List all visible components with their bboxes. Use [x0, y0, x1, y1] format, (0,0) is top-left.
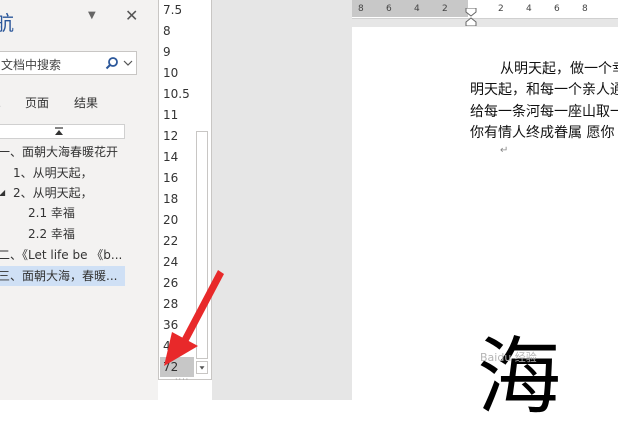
font-size-option[interactable]: 10 — [163, 63, 178, 83]
ruler-number: 4 — [414, 4, 420, 14]
nav-heading-active[interactable]: 三、面朝大海，春暖... — [0, 266, 125, 286]
chevron-down-icon[interactable] — [123, 59, 133, 67]
font-size-option-selected[interactable]: 72 — [160, 357, 194, 377]
ruler-number: 4 — [526, 4, 532, 14]
document-line: 从明天起，做一个幸 — [500, 61, 618, 77]
watermark: Baidu 经验 — [480, 351, 537, 364]
font-size-option[interactable]: 20 — [163, 210, 178, 230]
nav-heading[interactable]: 一、面朝大海春暖花开 — [0, 142, 118, 162]
nav-heading[interactable]: 2.2 幸福 — [28, 224, 75, 244]
font-size-option[interactable]: 26 — [163, 273, 178, 293]
scrollbar-thumb[interactable] — [196, 131, 208, 359]
font-size-option[interactable]: 7.5 — [163, 0, 182, 20]
font-size-option[interactable]: 24 — [163, 252, 178, 272]
nav-heading[interactable]: 2、从明天起， — [13, 183, 93, 203]
nav-heading[interactable]: 二、《Let life be 《b... — [0, 245, 122, 265]
ruler-margin — [352, 0, 468, 17]
nav-heading[interactable]: 1、从明天起， — [13, 163, 93, 183]
font-size-option[interactable]: 36 — [163, 315, 178, 335]
ruler-number: 2 — [498, 4, 504, 14]
tick-mark: · — [0, 102, 2, 116]
nav-title: 航 — [0, 11, 14, 35]
font-size-option[interactable]: 10.5 — [163, 84, 190, 104]
tab-pages[interactable]: 页面 — [25, 94, 49, 111]
document-line: 你有情人终成眷属 愿你 — [470, 125, 615, 141]
font-size-option[interactable]: 28 — [163, 294, 178, 314]
font-size-option[interactable]: 48 — [163, 336, 178, 356]
close-icon[interactable]: ✕ — [125, 8, 138, 24]
horizontal-ruler[interactable]: 8 6 4 2 2 4 6 8 — [352, 0, 618, 26]
search-placeholder: 文档中搜索 — [1, 58, 62, 72]
paragraph-mark-icon: ↵ — [500, 145, 509, 156]
ruler-number: 6 — [386, 4, 392, 14]
document-page[interactable]: 从明天起，做一个幸 明天起，和每一个亲人通 给每一条河每一座山取一 你有情人终成… — [352, 27, 618, 419]
resize-grip-icon[interactable]: ···· — [175, 376, 191, 384]
document-line: 给每一条河每一座山取一 — [470, 104, 618, 120]
font-size-option[interactable]: 9 — [163, 42, 171, 62]
font-size-option[interactable]: 22 — [163, 231, 178, 251]
ruler-number: 6 — [554, 4, 560, 14]
large-character: 海 — [477, 328, 562, 426]
font-size-option[interactable]: 11 — [163, 105, 178, 125]
font-size-option[interactable]: 14 — [163, 147, 178, 167]
chevron-down-icon[interactable]: ▼ — [88, 10, 98, 21]
expand-triangle-icon[interactable]: ◢ — [0, 188, 5, 197]
font-size-option[interactable]: 18 — [163, 189, 178, 209]
navigation-pane: 航 ▼ ✕ 文档中搜索 页面 结果 · 一、面朝大海春暖花开 1、从明天起， ◢… — [0, 0, 158, 400]
font-size-option[interactable]: 8 — [163, 21, 171, 41]
collapse-headings-button[interactable] — [0, 124, 125, 139]
font-size-option[interactable]: 16 — [163, 168, 178, 188]
font-size-option[interactable]: 12 — [163, 126, 178, 146]
ruler-number: 2 — [442, 4, 448, 14]
search-icon[interactable] — [105, 56, 119, 70]
collapse-up-icon — [55, 127, 63, 135]
document-line: 明天起，和每一个亲人通 — [470, 82, 618, 98]
indent-marker-icon[interactable] — [465, 8, 477, 26]
search-input[interactable]: 文档中搜索 — [0, 51, 137, 75]
ruler-number: 8 — [582, 4, 588, 14]
ruler-number: 8 — [358, 4, 364, 14]
scroll-down-icon[interactable] — [196, 361, 208, 374]
nav-heading[interactable]: 2.1 幸福 — [28, 203, 75, 223]
tab-results[interactable]: 结果 — [74, 94, 98, 111]
